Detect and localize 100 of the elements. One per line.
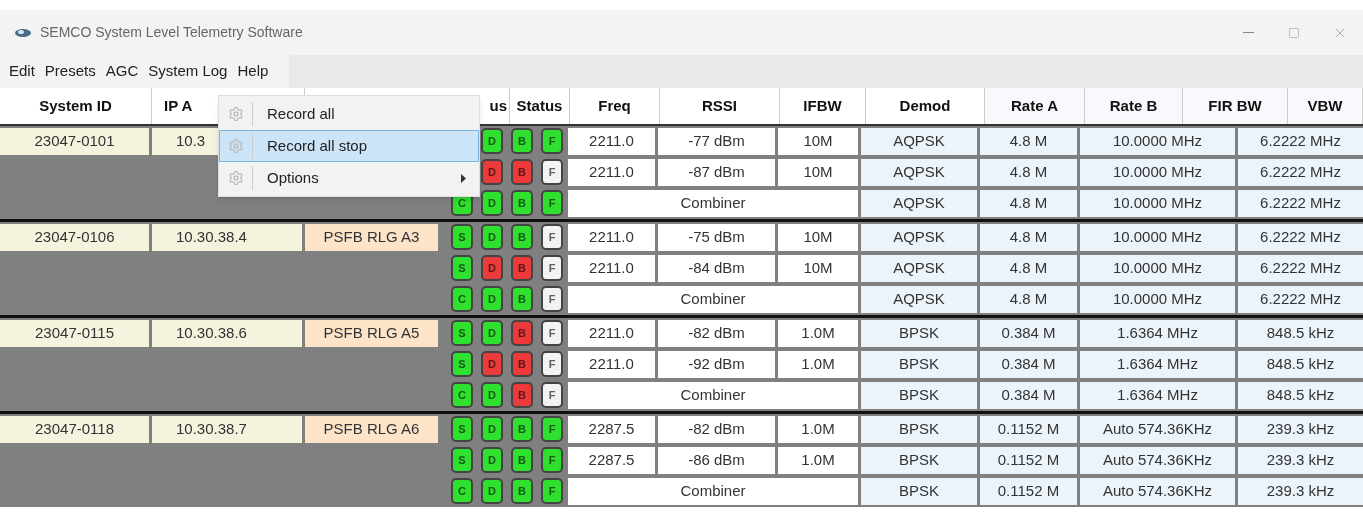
status-lamp: D: [481, 128, 503, 154]
dropdown-menu-item[interactable]: Record all stop: [219, 130, 479, 162]
status-lamp: C: [451, 478, 473, 504]
status-lamp: B: [511, 416, 533, 442]
status-lamp: S: [451, 447, 473, 473]
table-cell: 10M: [778, 224, 858, 251]
status-lamp: F: [541, 382, 563, 408]
status-lamp: B: [511, 478, 533, 504]
column-header: Rate A: [985, 88, 1085, 124]
status-lamp: S: [451, 416, 473, 442]
status-lamp: B: [511, 190, 533, 216]
table-cell: 6.2222 MHz: [1238, 190, 1363, 217]
table-cell: 2211.0: [568, 351, 655, 378]
table-cell: 10.30.38.7: [152, 416, 302, 443]
table-cell: 10.0000 MHz: [1080, 190, 1235, 217]
status-lamp: D: [481, 159, 503, 185]
status-lamp: D: [481, 190, 503, 216]
status-lamp: D: [481, 416, 503, 442]
status-lamp: B: [511, 447, 533, 473]
minimize-icon: [1242, 32, 1254, 33]
submenu-arrow-icon: [461, 173, 466, 183]
status-lamp: B: [511, 224, 533, 250]
table-cell: -77 dBm: [658, 128, 775, 155]
table-cell: 10.0000 MHz: [1080, 159, 1235, 186]
table-cell: 4.8 M: [980, 128, 1077, 155]
table-cell: BPSK: [861, 320, 977, 347]
table-cell: Auto 574.36KHz: [1080, 416, 1235, 443]
table-cell: -82 dBm: [658, 320, 775, 347]
status-lamp: B: [511, 159, 533, 185]
status-lamp: F: [541, 286, 563, 312]
status-lamp: F: [541, 478, 563, 504]
table-cell: 1.0M: [778, 447, 858, 474]
menu-item[interactable]: AGC: [100, 60, 144, 83]
maximize-icon: [1288, 26, 1300, 39]
status-lamp: B: [511, 382, 533, 408]
table-cell: 2211.0: [568, 159, 655, 186]
column-header: RSSI: [660, 88, 780, 124]
table-cell: -86 dBm: [658, 447, 775, 474]
menu-item[interactable]: Presets: [39, 60, 101, 83]
table-cell: 4.8 M: [980, 286, 1077, 313]
table-cell: 848.5 kHz: [1238, 351, 1363, 378]
table-cell: 4.8 M: [980, 224, 1077, 251]
app-logo-icon: [14, 26, 32, 39]
table-cell: 0.1152 M: [980, 447, 1077, 474]
menu-item[interactable]: Help: [232, 60, 274, 83]
status-lamp: C: [451, 382, 473, 408]
table-cell: 2211.0: [568, 224, 655, 251]
table-cell: 6.2222 MHz: [1238, 159, 1363, 186]
table-cell: 4.8 M: [980, 159, 1077, 186]
table-cell: 848.5 kHz: [1238, 320, 1363, 347]
table-cell: PSFB RLG A3: [305, 224, 438, 251]
table-cell: 23047-0106: [0, 224, 149, 251]
table-cell: 4.8 M: [980, 190, 1077, 217]
status-lamp: S: [451, 351, 473, 377]
column-header: Freq: [570, 88, 660, 124]
table-cell: 10.0000 MHz: [1080, 224, 1235, 251]
status-lamp: D: [481, 351, 503, 377]
table-cell: -92 dBm: [658, 351, 775, 378]
status-lamp: C: [451, 286, 473, 312]
table-cell: BPSK: [861, 382, 977, 409]
gear-icon: [228, 170, 244, 186]
table-cell: 10.0000 MHz: [1080, 255, 1235, 282]
table-cell: 239.3 kHz: [1238, 416, 1363, 443]
table-cell: 2211.0: [568, 320, 655, 347]
table-cell: 2287.5: [568, 447, 655, 474]
column-header: Status: [510, 88, 570, 124]
status-lamp: F: [541, 447, 563, 473]
status-lamp: D: [481, 286, 503, 312]
status-lamp: D: [481, 382, 503, 408]
table-cell: 1.6364 MHz: [1080, 351, 1235, 378]
table-cell: 0.384 M: [980, 320, 1077, 347]
table-cell: Auto 574.36KHz: [1080, 478, 1235, 505]
table-cell: Auto 574.36KHz: [1080, 447, 1235, 474]
table-cell: 239.3 kHz: [1238, 447, 1363, 474]
table-cell: BPSK: [861, 478, 977, 505]
table-cell: 0.1152 M: [980, 416, 1077, 443]
column-header: IFBW: [780, 88, 866, 124]
status-lamp: B: [511, 351, 533, 377]
table-cell: Combiner: [568, 478, 858, 505]
status-lamp: B: [511, 255, 533, 281]
table-cell: 23047-0115: [0, 320, 149, 347]
table-cell: -75 dBm: [658, 224, 775, 251]
menu-item[interactable]: System Log: [143, 60, 233, 83]
table-cell: 1.6364 MHz: [1080, 382, 1235, 409]
status-lamp: F: [541, 128, 563, 154]
table-cell: 10M: [778, 128, 858, 155]
gear-icon: [228, 138, 244, 154]
menu-item[interactable]: Edit: [4, 60, 40, 83]
status-lamp: B: [511, 286, 533, 312]
table-cell: AQPSK: [861, 190, 977, 217]
table-cell: BPSK: [861, 416, 977, 443]
status-lamp: F: [541, 255, 563, 281]
table-cell: 10M: [778, 159, 858, 186]
window-title: SEMCO System Level Telemetry Software: [40, 23, 303, 42]
status-lamp: S: [451, 224, 473, 250]
table-cell: 4.8 M: [980, 255, 1077, 282]
table-cell: PSFB RLG A5: [305, 320, 438, 347]
table-cell: 23047-0118: [0, 416, 149, 443]
table-cell: 6.2222 MHz: [1238, 224, 1363, 251]
table-cell: 10.30.38.6: [152, 320, 302, 347]
